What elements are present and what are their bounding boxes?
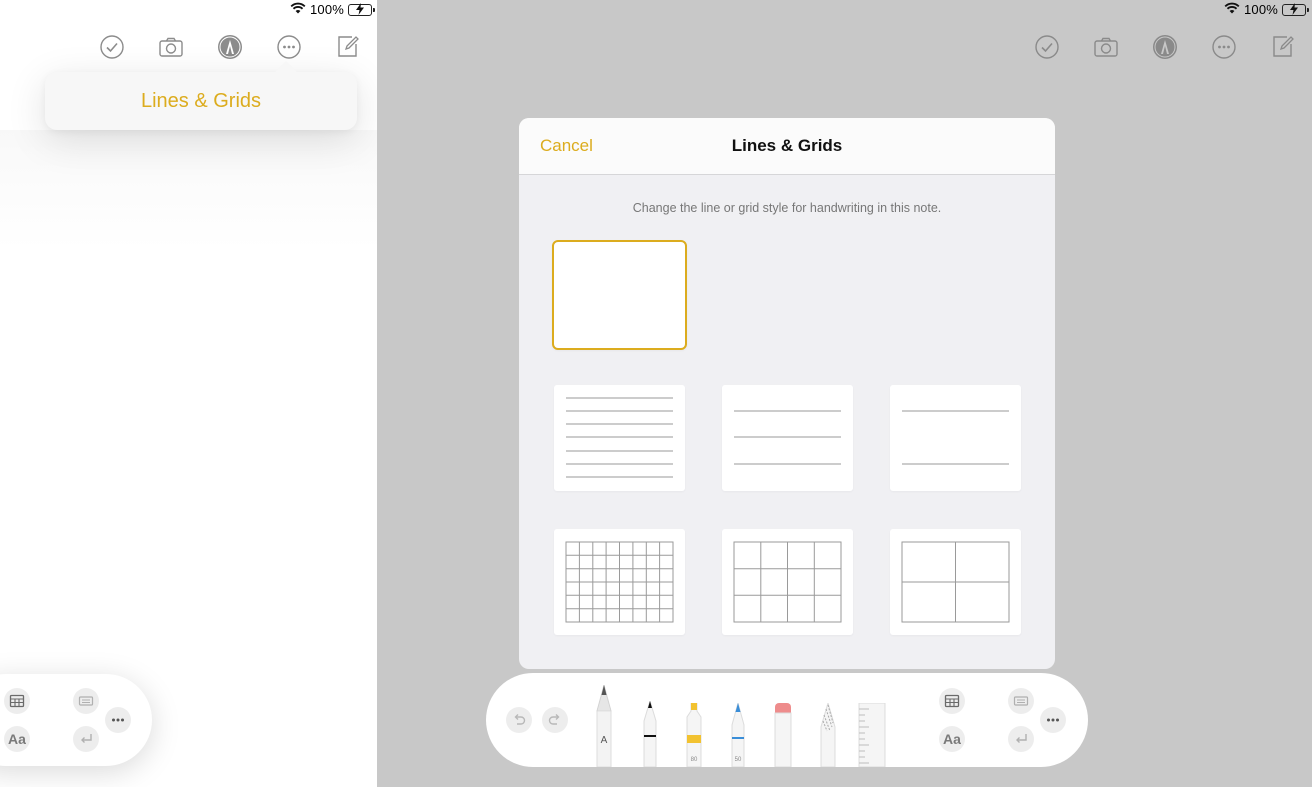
undo-icon[interactable] (506, 707, 532, 733)
eraser-tool[interactable] (773, 703, 793, 768)
battery-icon (348, 2, 376, 16)
style-lines-narrow[interactable] (554, 385, 685, 491)
more-icon[interactable] (275, 33, 303, 61)
text-format-icon[interactable]: Aa (4, 726, 30, 752)
compose-icon[interactable] (334, 33, 362, 61)
text-format-icon[interactable]: Aa (939, 726, 965, 752)
markup-icon[interactable] (216, 33, 244, 61)
return-icon[interactable] (73, 726, 99, 752)
sheet-description: Change the line or grid style for handwr… (632, 201, 942, 215)
left-note-panel: 100% Lines & Grids Aa (0, 0, 377, 787)
checklist-icon[interactable] (1033, 33, 1061, 61)
dimmed-background: 100% Cancel Lines & Grids Change the lin… (377, 0, 1312, 787)
more-menu-popover: Lines & Grids (45, 72, 357, 130)
pencil-tool[interactable]: A (594, 683, 614, 768)
keyboard-icon[interactable] (1008, 688, 1034, 714)
left-tool-palette: Aa (0, 674, 152, 766)
colored-pencil-label: 50 (735, 757, 742, 763)
note-toolbar-dimmed (1033, 33, 1297, 61)
redo-icon[interactable] (542, 707, 568, 733)
battery-percent: 100% (310, 2, 345, 17)
status-bar: 100% (290, 2, 376, 17)
colored-pencil-tool[interactable]: 50 (729, 701, 747, 768)
camera-icon[interactable] (157, 33, 185, 61)
wifi-icon (290, 2, 306, 17)
style-lines-medium[interactable] (722, 385, 853, 491)
lasso-tool[interactable] (818, 701, 838, 768)
popover-shadow (0, 130, 377, 250)
style-lines-wide[interactable] (890, 385, 1021, 491)
sheet-title: Lines & Grids (731, 136, 843, 155)
keyboard-icon[interactable] (73, 688, 99, 714)
style-grid-small[interactable] (554, 529, 685, 635)
battery-icon (1282, 2, 1310, 16)
style-grid-medium[interactable] (722, 529, 853, 635)
pencil-label: A (601, 735, 608, 746)
more-icon[interactable] (105, 707, 131, 733)
marker-tool[interactable]: 80 (684, 702, 704, 768)
camera-icon[interactable] (1092, 33, 1120, 61)
battery-percent: 100% (1244, 2, 1279, 17)
tool-palette: A 80 50 Aa (486, 673, 1088, 768)
table-icon[interactable] (939, 688, 965, 714)
pen-tool[interactable] (641, 699, 659, 768)
return-icon[interactable] (1008, 726, 1034, 752)
checklist-icon[interactable] (98, 33, 126, 61)
wifi-icon (1224, 2, 1240, 17)
style-blank[interactable] (552, 240, 687, 350)
compose-icon[interactable] (1269, 33, 1297, 61)
marker-label: 80 (691, 757, 698, 763)
sheet-header: Cancel Lines & Grids (519, 118, 1055, 175)
lines-grids-menu-item[interactable]: Lines & Grids (141, 90, 261, 113)
markup-icon[interactable] (1151, 33, 1179, 61)
style-grid-large[interactable] (890, 529, 1021, 635)
table-icon[interactable] (4, 688, 30, 714)
status-bar: 100% (1224, 2, 1310, 17)
more-icon[interactable] (1210, 33, 1238, 61)
ruler-tool[interactable] (857, 702, 887, 768)
note-toolbar (98, 33, 362, 61)
more-icon[interactable] (1040, 707, 1066, 733)
lines-grids-sheet: Cancel Lines & Grids Change the line or … (519, 118, 1055, 669)
